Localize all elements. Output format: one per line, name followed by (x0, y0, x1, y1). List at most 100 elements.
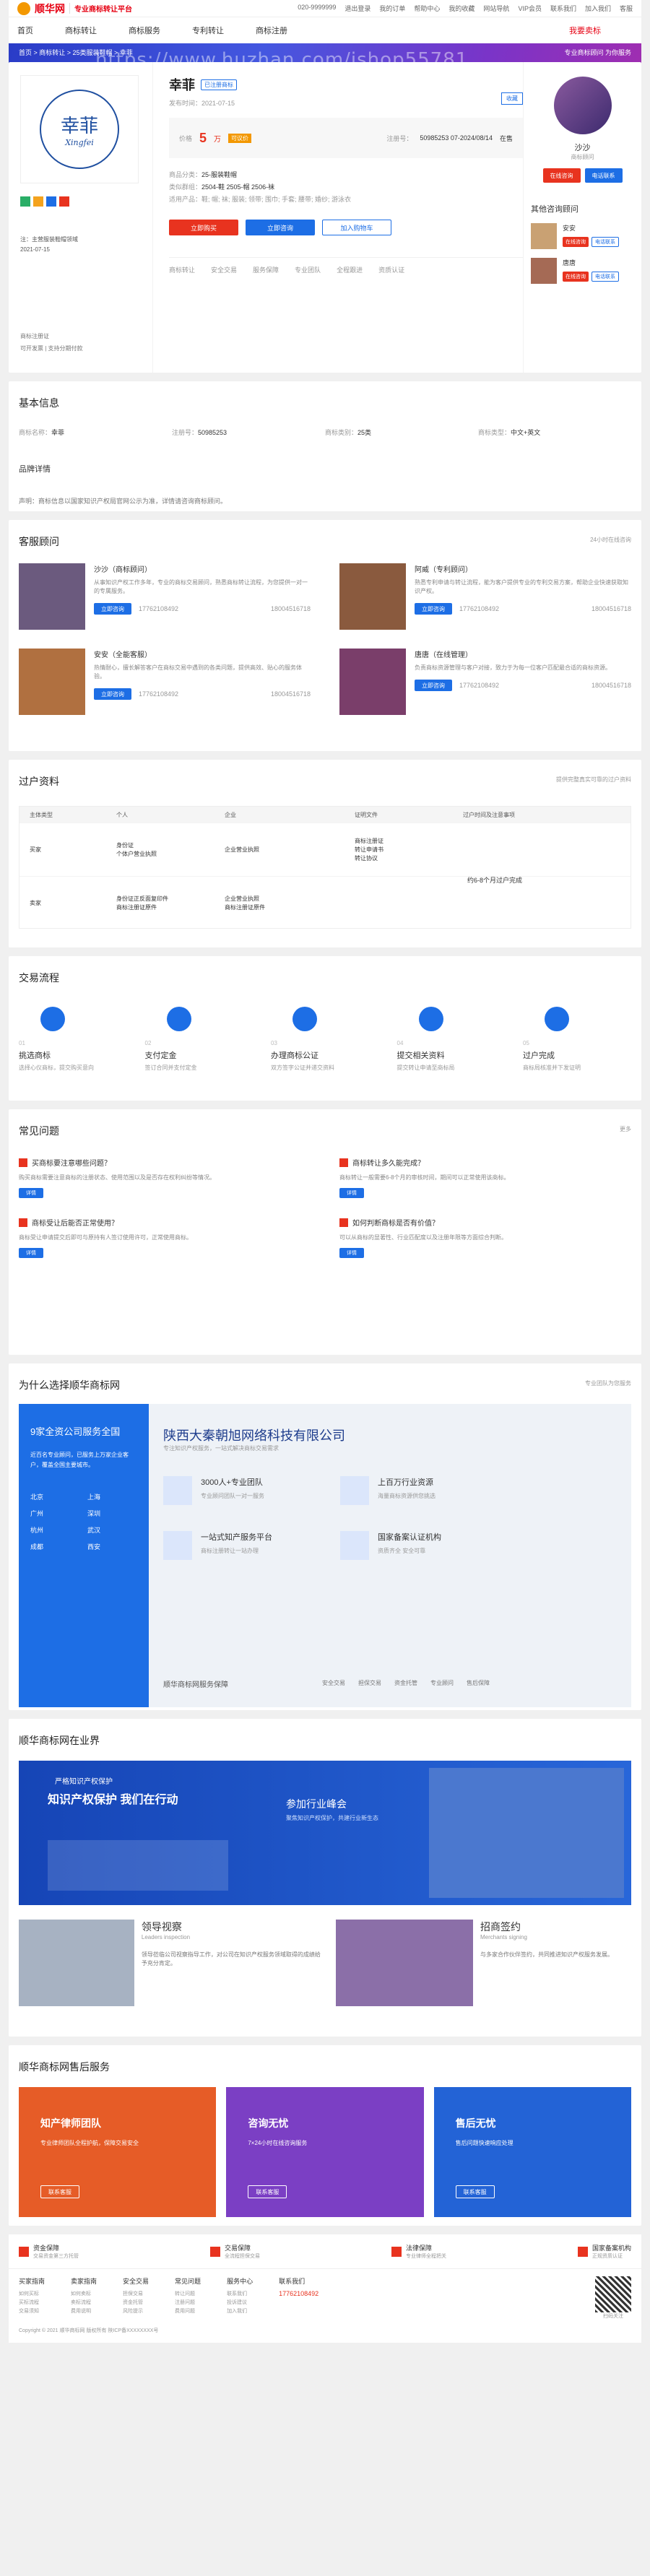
nav-item-patent[interactable]: 专利转让 (192, 25, 224, 36)
question-icon (19, 1158, 27, 1167)
why-item-title: 国家备案认证机构 (378, 1533, 441, 1542)
summit-sub: 聚焦知识产权保护，共建行业新生态 (286, 1815, 378, 1821)
news-card-leaders[interactable]: 领导视察 Leaders inspection 领导莅临公司视察指导工作，对公司… (19, 1920, 321, 2006)
consult-button[interactable]: 立即咨询 (415, 603, 452, 615)
consultant-chat-button[interactable]: 在线咨询 (542, 168, 581, 183)
advisor-card: 沙沙（商标顾问） 从事知识产权工作多年，专业的商标交易顾问，熟悉商标转让流程，为您… (19, 563, 311, 630)
city-item[interactable]: 广州 (30, 1509, 80, 1518)
footer-column: 卖家指南 如何卖标 卖标流程 费用说明 (71, 2276, 97, 2320)
guarantee-item: 资金托管 (394, 1680, 417, 1686)
footer-link[interactable]: 转让问题 (175, 2290, 201, 2299)
faq-question[interactable]: 商标转让多久能完成？ (339, 1157, 631, 1168)
news-card-signing[interactable]: 招商签约 Merchants signing 与多家合作伙伴签约，共同推进知识产… (335, 1920, 631, 2006)
guarantee-text: 国家备案机构 正规资质认证 (592, 2243, 631, 2260)
footer-links: 买家指南 如何买标 买标流程 交易须知 卖家指南 如何卖标 卖标流程 费用说明 安全交易 担保交易… (9, 2269, 641, 2327)
footer-link[interactable]: 买标流程 (19, 2299, 45, 2307)
faq-answer: 商标转让一般需要6-8个月的审核时间，期间可以正常使用该商标。 (339, 1174, 510, 1181)
footer-link[interactable]: 联系我们 (227, 2290, 253, 2299)
faq-more-link[interactable]: 更多 (620, 1125, 631, 1133)
top-link[interactable]: 我的订单 (379, 4, 405, 13)
advisor-actions: 立即咨询 17762108492 18004516718 (415, 680, 631, 691)
why-foot-items: 安全交易 担保交易 资金托管 专业顾问 售后保障 (322, 1679, 490, 1687)
top-link[interactable]: 帮助中心 (414, 4, 440, 13)
wechat-icon[interactable] (20, 196, 30, 207)
footer-link[interactable]: 交易须知 (19, 2307, 45, 2316)
city-item[interactable]: 西安 (87, 1542, 137, 1551)
guarantee-item: 安全交易 (322, 1680, 345, 1686)
footer-link[interactable]: 加入我们 (227, 2307, 253, 2316)
top-link[interactable]: 联系我们 (550, 4, 576, 13)
brand-detail-title: 品牌详情 (19, 465, 51, 474)
collect-button[interactable]: 收藏 (501, 92, 523, 105)
basic-info-section: 基本信息 商标名称：幸菲 注册号：50985253 商标类别：25类 商标类型：中文+… (9, 381, 641, 511)
consultant-phone-button[interactable]: 电话联系 (584, 168, 623, 183)
site-logo[interactable]: 顺华网 专业商标转让平台 (17, 1, 132, 16)
consult-button[interactable]: 立即咨询 (415, 680, 452, 691)
nav-item-transfer[interactable]: 商标转让 (65, 25, 97, 36)
phone-button[interactable]: 电话联系 (592, 237, 619, 247)
faq-detail-button[interactable]: 详情 (339, 1248, 364, 1258)
banner-photo (48, 1840, 228, 1891)
faq-question[interactable]: 如何判断商标是否有价值？ (339, 1217, 631, 1228)
city-item[interactable]: 上海 (87, 1492, 137, 1501)
top-link[interactable]: 退出登录 (344, 4, 370, 13)
after-card-button[interactable]: 联系客服 (40, 2185, 79, 2198)
top-link[interactable]: 020-9999999 (298, 4, 336, 13)
top-link[interactable]: 网站导航 (483, 4, 509, 13)
footer-link[interactable]: 注册问题 (175, 2299, 201, 2307)
sell-link[interactable]: 我要卖标 (569, 25, 601, 36)
field-label: 商标类型： (478, 429, 511, 436)
nav-item-service[interactable]: 商标服务 (129, 25, 160, 36)
footer-link[interactable]: 费用问题 (175, 2307, 201, 2316)
city-item[interactable]: 成都 (30, 1542, 80, 1551)
footer-link[interactable]: 如何卖标 (71, 2290, 97, 2299)
consult-button[interactable]: 立即咨询 (94, 603, 131, 615)
chat-button[interactable]: 在线咨询 (563, 272, 589, 282)
consult-button[interactable]: 立即咨询 (94, 688, 131, 700)
faq-question[interactable]: 买商标要注意哪些问题？ (19, 1157, 311, 1168)
footer-link[interactable]: 资金托管 (123, 2299, 149, 2307)
faq-question[interactable]: 商标受让后能否正常使用？ (19, 1217, 311, 1228)
reg-no-value: 50985253 07-2024/08/14 (420, 134, 493, 142)
qq-icon[interactable] (46, 196, 56, 207)
top-link[interactable]: 客服 (620, 4, 633, 13)
faq-section: 常见问题 更多 买商标要注意哪些问题？ 购买商标需要注意商标的注册状态、使用范围以… (9, 1109, 641, 1355)
footer-link[interactable]: 如何买标 (19, 2290, 45, 2299)
footer-link[interactable]: 担保交易 (123, 2290, 149, 2299)
footer-link[interactable]: 风险提示 (123, 2307, 149, 2316)
faq-detail-button[interactable]: 详情 (339, 1188, 364, 1198)
footer-link[interactable]: 费用说明 (71, 2307, 97, 2316)
transfer-docs-section: 过户资料 提供完整真实可靠的过户资料 主体类型 个人 企业 证明文件 过户时间及注意事项… (9, 760, 641, 947)
add-cart-button[interactable]: 加入购物车 (322, 220, 391, 235)
footer-link[interactable]: 卖标流程 (71, 2299, 97, 2307)
city-item[interactable]: 深圳 (87, 1509, 137, 1518)
after-card-button[interactable]: 联系客服 (455, 2185, 495, 2198)
faq-detail-button[interactable]: 详情 (19, 1188, 43, 1198)
top-link[interactable]: VIP会员 (518, 4, 542, 13)
buy-now-button[interactable]: 立即购买 (169, 220, 238, 235)
qr-code (595, 2276, 631, 2312)
weibo-icon[interactable] (33, 196, 43, 207)
advisor-info: 沙沙（商标顾问） 从事知识产权工作多年，专业的商标交易顾问，熟悉商标转让流程，为您… (94, 563, 311, 630)
guarantee-title: 法律保障 (405, 2245, 432, 2252)
faq-answer: 可以从商标的显著性、行业匹配度以及注册年限等方面综合判断。 (339, 1234, 507, 1241)
footer-link[interactable]: 投诉建议 (227, 2299, 253, 2307)
consult-button[interactable]: 立即咨询 (246, 220, 315, 235)
faq-detail-button[interactable]: 详情 (19, 1248, 43, 1258)
city-item[interactable]: 武汉 (87, 1525, 137, 1535)
city-item[interactable]: 杭州 (30, 1525, 80, 1535)
guarantee-icon (577, 2246, 588, 2257)
footer-phone[interactable]: 17762108492 (279, 2290, 318, 2297)
chat-button[interactable]: 在线咨询 (563, 237, 589, 247)
section-title: 顺华商标网在业界 (19, 1735, 100, 1746)
after-card-button[interactable]: 联系客服 (248, 2185, 287, 2198)
footer-guarantees: 资金保障 交易资金第三方托管 交易保障 全流程担保交易 法律保障 专业律师全程把关 国家备案… (9, 2234, 641, 2269)
why-foot-title: 顺华商标网服务保障 (163, 1681, 228, 1689)
top-link[interactable]: 加入我们 (585, 4, 611, 13)
city-item[interactable]: 北京 (30, 1492, 80, 1501)
share-icon[interactable] (59, 196, 69, 207)
nav-item-home[interactable]: 首页 (17, 25, 33, 36)
nav-item-register[interactable]: 商标注册 (256, 25, 287, 36)
phone-button[interactable]: 电话联系 (592, 272, 619, 282)
top-link[interactable]: 我的收藏 (448, 4, 474, 13)
